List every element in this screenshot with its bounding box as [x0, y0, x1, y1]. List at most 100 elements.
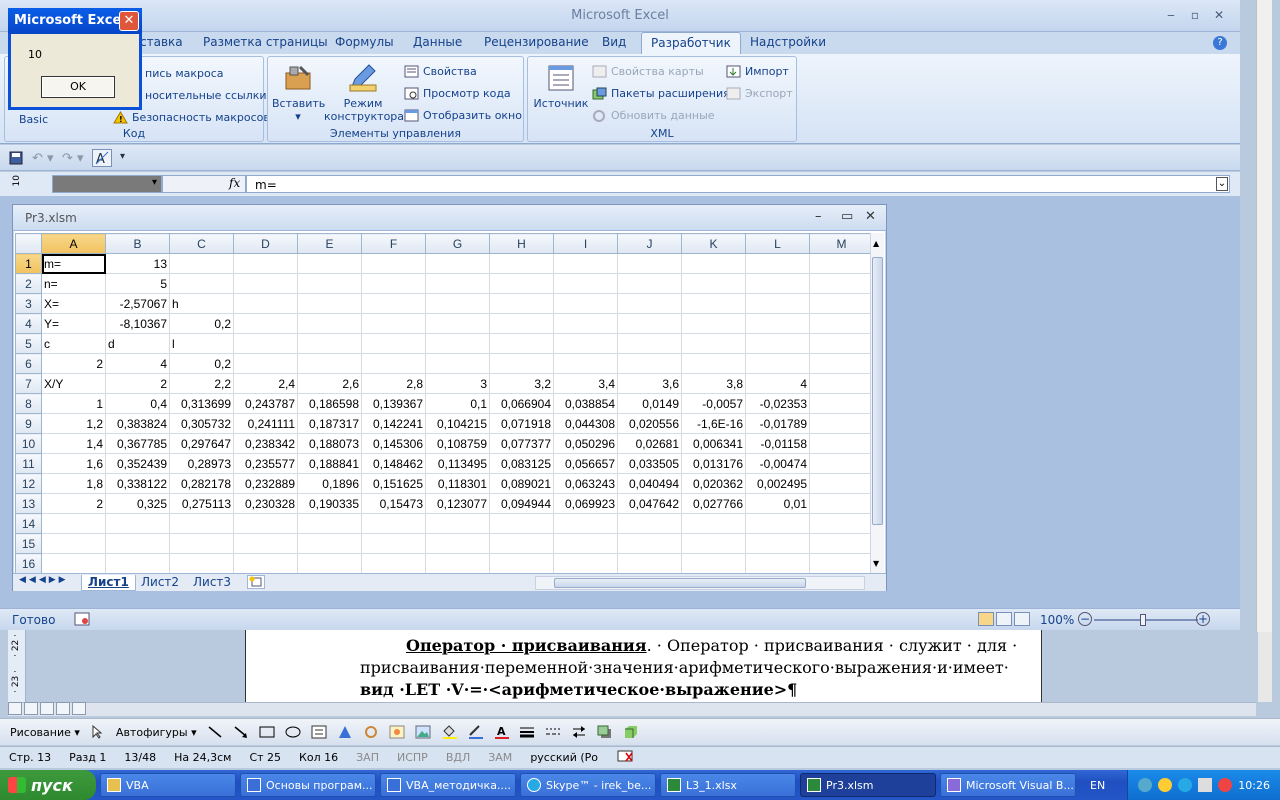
cell[interactable]: 0,313699: [169, 393, 234, 414]
word-document-page[interactable]: Оператор · присваивания. · Оператор · пр…: [245, 628, 1042, 702]
cell[interactable]: 0,01: [745, 493, 810, 514]
cell[interactable]: 0,338122: [105, 473, 170, 494]
cell[interactable]: 0,1896: [297, 473, 362, 494]
spellcheck-icon[interactable]: [607, 749, 645, 766]
cell[interactable]: [809, 393, 874, 414]
cell[interactable]: 0,367785: [105, 433, 170, 454]
cell[interactable]: 0,2: [169, 353, 234, 374]
cell[interactable]: [809, 473, 874, 494]
cell[interactable]: [297, 513, 362, 534]
cell[interactable]: 0,069923: [553, 493, 618, 514]
row-header[interactable]: 9: [15, 413, 42, 434]
formula-input[interactable]: m=: [246, 175, 1230, 193]
customize-qat-icon[interactable]: ▾: [120, 151, 125, 162]
cell[interactable]: [745, 333, 810, 354]
cell[interactable]: [425, 293, 490, 314]
cell[interactable]: [553, 333, 618, 354]
cell[interactable]: [169, 513, 234, 534]
picture-icon[interactable]: [415, 725, 431, 739]
row-header[interactable]: 12: [15, 473, 42, 494]
row-header[interactable]: 6: [15, 353, 42, 374]
cell[interactable]: [233, 333, 298, 354]
cell[interactable]: [297, 533, 362, 554]
cell[interactable]: [553, 313, 618, 334]
visual-basic-button[interactable]: Basic: [19, 113, 48, 126]
cell[interactable]: [233, 253, 298, 274]
cell[interactable]: 0,094944: [489, 493, 554, 514]
tab-addins[interactable]: Надстройки: [750, 35, 826, 49]
cell[interactable]: X/Y: [41, 373, 106, 394]
font-color-icon[interactable]: A: [493, 725, 509, 739]
normal-layout-button[interactable]: [978, 612, 994, 626]
cell[interactable]: [809, 373, 874, 394]
cell[interactable]: 0,050296: [553, 433, 618, 454]
cell[interactable]: [233, 353, 298, 374]
cell[interactable]: 0,139367: [361, 393, 426, 414]
scroll-up-icon[interactable]: ▲: [873, 239, 879, 248]
volume-icon[interactable]: [1198, 778, 1213, 792]
cell[interactable]: [361, 533, 426, 554]
cell[interactable]: 0,083125: [489, 453, 554, 474]
cell[interactable]: [553, 533, 618, 554]
insert-sheet-icon[interactable]: [247, 575, 265, 589]
ok-button[interactable]: OK: [41, 76, 115, 98]
column-header[interactable]: G: [425, 233, 490, 254]
cell[interactable]: 0,033505: [617, 453, 682, 474]
cell[interactable]: 2,8: [361, 373, 426, 394]
select-all-corner[interactable]: [15, 233, 42, 254]
row-header[interactable]: 14: [15, 513, 42, 534]
macro-record-icon[interactable]: [74, 612, 90, 629]
row-header[interactable]: 1: [15, 253, 42, 274]
expansion-packs-button[interactable]: Пакеты расширения: [592, 87, 730, 100]
cell[interactable]: [809, 333, 874, 354]
cell[interactable]: 0,151625: [361, 473, 426, 494]
cell[interactable]: 0,104215: [425, 413, 490, 434]
cell[interactable]: [809, 253, 874, 274]
back-icon[interactable]: [1138, 778, 1153, 792]
cell[interactable]: n=: [41, 273, 106, 294]
cell[interactable]: 0,243787: [233, 393, 298, 414]
row-header[interactable]: 4: [15, 313, 42, 334]
cell[interactable]: 0,238342: [233, 433, 298, 454]
cell[interactable]: [617, 313, 682, 334]
cell[interactable]: [489, 273, 554, 294]
reading-view-button[interactable]: [72, 702, 86, 715]
cell[interactable]: [681, 553, 746, 574]
wordart-icon[interactable]: [337, 725, 353, 739]
row-header[interactable]: 2: [15, 273, 42, 294]
cell[interactable]: [169, 253, 234, 274]
cell[interactable]: [681, 333, 746, 354]
row-header[interactable]: 3: [15, 293, 42, 314]
cell[interactable]: 3,6: [617, 373, 682, 394]
textbox-icon[interactable]: [311, 725, 327, 739]
outline-view-button[interactable]: [56, 702, 70, 715]
status-ext[interactable]: ВДЛ: [437, 751, 479, 764]
cell[interactable]: -0,0057: [681, 393, 746, 414]
properties-button[interactable]: Свойства: [404, 65, 477, 78]
cell[interactable]: 0,040494: [617, 473, 682, 494]
row-header[interactable]: 16: [15, 553, 42, 574]
tab-page-layout[interactable]: Разметка страницы: [203, 35, 328, 49]
cell[interactable]: [297, 553, 362, 574]
arrow-icon[interactable]: [233, 725, 249, 739]
cell[interactable]: 0,305732: [169, 413, 234, 434]
cell[interactable]: 0,352439: [105, 453, 170, 474]
cell[interactable]: 0,297647: [169, 433, 234, 454]
cell[interactable]: 0,190335: [297, 493, 362, 514]
design-mode-button[interactable]: Режим конструктора: [324, 63, 404, 123]
cell[interactable]: 0,232889: [233, 473, 298, 494]
workbook-close-icon[interactable]: ✕: [865, 209, 876, 224]
drawing-menu[interactable]: Рисование ▾: [10, 726, 80, 739]
cell[interactable]: 0,2: [169, 313, 234, 334]
rectangle-icon[interactable]: [259, 725, 275, 739]
zoom-out-icon[interactable]: −: [1078, 612, 1092, 626]
cell[interactable]: 3: [425, 373, 490, 394]
network-icon[interactable]: [1158, 778, 1173, 792]
cell[interactable]: 0,1: [425, 393, 490, 414]
cell[interactable]: 0,063243: [553, 473, 618, 494]
cell[interactable]: h: [169, 293, 234, 314]
cell[interactable]: 0,047642: [617, 493, 682, 514]
task-pr3-xlsm[interactable]: Pr3.xlsm: [800, 773, 936, 797]
cell[interactable]: [297, 293, 362, 314]
cell[interactable]: [105, 553, 170, 574]
